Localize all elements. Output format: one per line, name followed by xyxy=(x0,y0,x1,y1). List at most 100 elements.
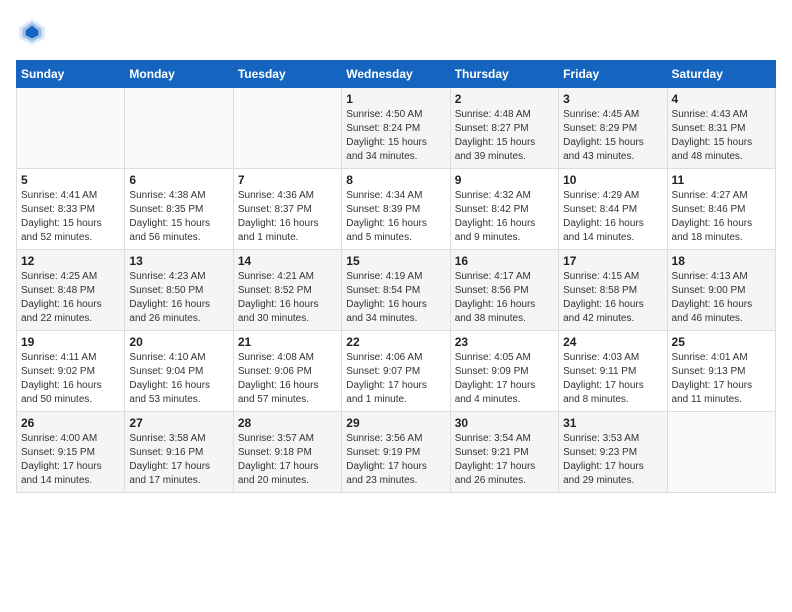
calendar-day-cell xyxy=(233,88,341,169)
calendar-day-cell xyxy=(125,88,233,169)
day-number: 16 xyxy=(455,254,554,268)
day-info: Sunrise: 4:25 AM Sunset: 8:48 PM Dayligh… xyxy=(21,270,120,326)
day-info: Sunrise: 4:10 AM Sunset: 9:04 PM Dayligh… xyxy=(129,351,228,407)
day-info: Sunrise: 4:34 AM Sunset: 8:39 PM Dayligh… xyxy=(346,189,445,245)
day-info: Sunrise: 4:01 AM Sunset: 9:13 PM Dayligh… xyxy=(672,351,771,407)
day-info: Sunrise: 4:50 AM Sunset: 8:24 PM Dayligh… xyxy=(346,108,445,164)
day-of-week-header: Friday xyxy=(559,61,667,88)
calendar-day-cell: 31 Sunrise: 3:53 AM Sunset: 9:23 PM Dayli… xyxy=(559,412,667,493)
calendar-day-cell: 1 Sunrise: 4:50 AM Sunset: 8:24 PM Daylig… xyxy=(342,88,450,169)
calendar-day-cell: 16Sunrise: 4:17 AM Sunset: 8:56 PM Dayli… xyxy=(450,250,558,331)
calendar-day-cell: 17 Sunrise: 4:15 AM Sunset: 8:58 PM Dayli… xyxy=(559,250,667,331)
calendar-day-cell: 28 Sunrise: 3:57 AM Sunset: 9:18 PM Dayli… xyxy=(233,412,341,493)
calendar-day-cell: 11 Sunrise: 4:27 AM Sunset: 8:46 PM Dayli… xyxy=(667,169,775,250)
day-info: Sunrise: 3:56 AM Sunset: 9:19 PM Dayligh… xyxy=(346,432,445,488)
calendar-week-row: 12 Sunrise: 4:25 AM Sunset: 8:48 PM Dayli… xyxy=(17,250,776,331)
day-info: Sunrise: 4:29 AM Sunset: 8:44 PM Dayligh… xyxy=(563,189,662,245)
day-number: 2 xyxy=(455,92,554,106)
day-number: 22 xyxy=(346,335,445,349)
day-of-week-header: Monday xyxy=(125,61,233,88)
day-info: Sunrise: 4:27 AM Sunset: 8:46 PM Dayligh… xyxy=(672,189,771,245)
day-info: Sunrise: 3:57 AM Sunset: 9:18 PM Dayligh… xyxy=(238,432,337,488)
logo xyxy=(16,16,52,48)
day-info: Sunrise: 4:00 AM Sunset: 9:15 PM Dayligh… xyxy=(21,432,120,488)
calendar-day-cell: 4 Sunrise: 4:43 AM Sunset: 8:31 PM Daylig… xyxy=(667,88,775,169)
calendar-day-cell xyxy=(17,88,125,169)
day-info: Sunrise: 4:36 AM Sunset: 8:37 PM Dayligh… xyxy=(238,189,337,245)
day-info: Sunrise: 4:43 AM Sunset: 8:31 PM Dayligh… xyxy=(672,108,771,164)
day-number: 6 xyxy=(129,173,228,187)
day-info: Sunrise: 4:41 AM Sunset: 8:33 PM Dayligh… xyxy=(21,189,120,245)
day-info: Sunrise: 3:54 AM Sunset: 9:21 PM Dayligh… xyxy=(455,432,554,488)
day-number: 23 xyxy=(455,335,554,349)
day-number: 17 xyxy=(563,254,662,268)
calendar-day-cell: 5 Sunrise: 4:41 AM Sunset: 8:33 PM Daylig… xyxy=(17,169,125,250)
calendar-day-cell: 8 Sunrise: 4:34 AM Sunset: 8:39 PM Daylig… xyxy=(342,169,450,250)
day-number: 11 xyxy=(672,173,771,187)
calendar-day-cell: 23 Sunrise: 4:05 AM Sunset: 9:09 PM Dayli… xyxy=(450,331,558,412)
logo-icon xyxy=(16,16,48,48)
page-header xyxy=(16,16,776,48)
calendar-day-cell: 21Sunrise: 4:08 AM Sunset: 9:06 PM Dayli… xyxy=(233,331,341,412)
day-number: 25 xyxy=(672,335,771,349)
calendar-day-cell: 18 Sunrise: 4:13 AM Sunset: 9:00 PM Dayli… xyxy=(667,250,775,331)
day-number: 19 xyxy=(21,335,120,349)
day-of-week-header: Saturday xyxy=(667,61,775,88)
calendar-day-cell: 19 Sunrise: 4:11 AM Sunset: 9:02 PM Dayli… xyxy=(17,331,125,412)
day-info: Sunrise: 4:05 AM Sunset: 9:09 PM Dayligh… xyxy=(455,351,554,407)
calendar-table: SundayMondayTuesdayWednesdayThursdayFrid… xyxy=(16,60,776,493)
calendar-day-cell: 3Sunrise: 4:45 AM Sunset: 8:29 PM Daylig… xyxy=(559,88,667,169)
day-info: Sunrise: 4:08 AM Sunset: 9:06 PM Dayligh… xyxy=(238,351,337,407)
calendar-week-row: 19 Sunrise: 4:11 AM Sunset: 9:02 PM Dayli… xyxy=(17,331,776,412)
day-info: Sunrise: 4:11 AM Sunset: 9:02 PM Dayligh… xyxy=(21,351,120,407)
day-info: Sunrise: 4:23 AM Sunset: 8:50 PM Dayligh… xyxy=(129,270,228,326)
day-of-week-header: Sunday xyxy=(17,61,125,88)
calendar-day-cell: 7 Sunrise: 4:36 AM Sunset: 8:37 PM Daylig… xyxy=(233,169,341,250)
day-of-week-header: Tuesday xyxy=(233,61,341,88)
day-number: 15 xyxy=(346,254,445,268)
day-info: Sunrise: 4:45 AM Sunset: 8:29 PM Dayligh… xyxy=(563,108,662,164)
calendar-header-row: SundayMondayTuesdayWednesdayThursdayFrid… xyxy=(17,61,776,88)
day-info: Sunrise: 4:48 AM Sunset: 8:27 PM Dayligh… xyxy=(455,108,554,164)
calendar-day-cell: 26 Sunrise: 4:00 AM Sunset: 9:15 PM Dayli… xyxy=(17,412,125,493)
day-number: 4 xyxy=(672,92,771,106)
day-number: 10 xyxy=(563,173,662,187)
calendar-day-cell: 24 Sunrise: 4:03 AM Sunset: 9:11 PM Dayli… xyxy=(559,331,667,412)
calendar-day-cell: 27 Sunrise: 3:58 AM Sunset: 9:16 PM Dayli… xyxy=(125,412,233,493)
day-number: 31 xyxy=(563,416,662,430)
calendar-day-cell: 22Sunrise: 4:06 AM Sunset: 9:07 PM Dayli… xyxy=(342,331,450,412)
day-number: 7 xyxy=(238,173,337,187)
calendar-day-cell: 30Sunrise: 3:54 AM Sunset: 9:21 PM Dayli… xyxy=(450,412,558,493)
day-number: 27 xyxy=(129,416,228,430)
day-number: 24 xyxy=(563,335,662,349)
calendar-day-cell: 29 Sunrise: 3:56 AM Sunset: 9:19 PM Dayli… xyxy=(342,412,450,493)
day-number: 14 xyxy=(238,254,337,268)
day-info: Sunrise: 4:19 AM Sunset: 8:54 PM Dayligh… xyxy=(346,270,445,326)
day-of-week-header: Thursday xyxy=(450,61,558,88)
day-number: 8 xyxy=(346,173,445,187)
day-info: Sunrise: 4:03 AM Sunset: 9:11 PM Dayligh… xyxy=(563,351,662,407)
calendar-day-cell: 2 Sunrise: 4:48 AM Sunset: 8:27 PM Daylig… xyxy=(450,88,558,169)
day-number: 12 xyxy=(21,254,120,268)
day-number: 20 xyxy=(129,335,228,349)
day-number: 13 xyxy=(129,254,228,268)
day-number: 26 xyxy=(21,416,120,430)
day-info: Sunrise: 3:53 AM Sunset: 9:23 PM Dayligh… xyxy=(563,432,662,488)
day-number: 28 xyxy=(238,416,337,430)
day-number: 29 xyxy=(346,416,445,430)
day-number: 9 xyxy=(455,173,554,187)
day-info: Sunrise: 4:15 AM Sunset: 8:58 PM Dayligh… xyxy=(563,270,662,326)
calendar-day-cell xyxy=(667,412,775,493)
calendar-day-cell: 9 Sunrise: 4:32 AM Sunset: 8:42 PM Daylig… xyxy=(450,169,558,250)
day-of-week-header: Wednesday xyxy=(342,61,450,88)
calendar-day-cell: 15 Sunrise: 4:19 AM Sunset: 8:54 PM Dayli… xyxy=(342,250,450,331)
day-number: 5 xyxy=(21,173,120,187)
day-info: Sunrise: 4:21 AM Sunset: 8:52 PM Dayligh… xyxy=(238,270,337,326)
day-info: Sunrise: 3:58 AM Sunset: 9:16 PM Dayligh… xyxy=(129,432,228,488)
calendar-week-row: 1 Sunrise: 4:50 AM Sunset: 8:24 PM Daylig… xyxy=(17,88,776,169)
day-info: Sunrise: 4:38 AM Sunset: 8:35 PM Dayligh… xyxy=(129,189,228,245)
day-info: Sunrise: 4:13 AM Sunset: 9:00 PM Dayligh… xyxy=(672,270,771,326)
day-number: 18 xyxy=(672,254,771,268)
day-number: 1 xyxy=(346,92,445,106)
day-info: Sunrise: 4:32 AM Sunset: 8:42 PM Dayligh… xyxy=(455,189,554,245)
